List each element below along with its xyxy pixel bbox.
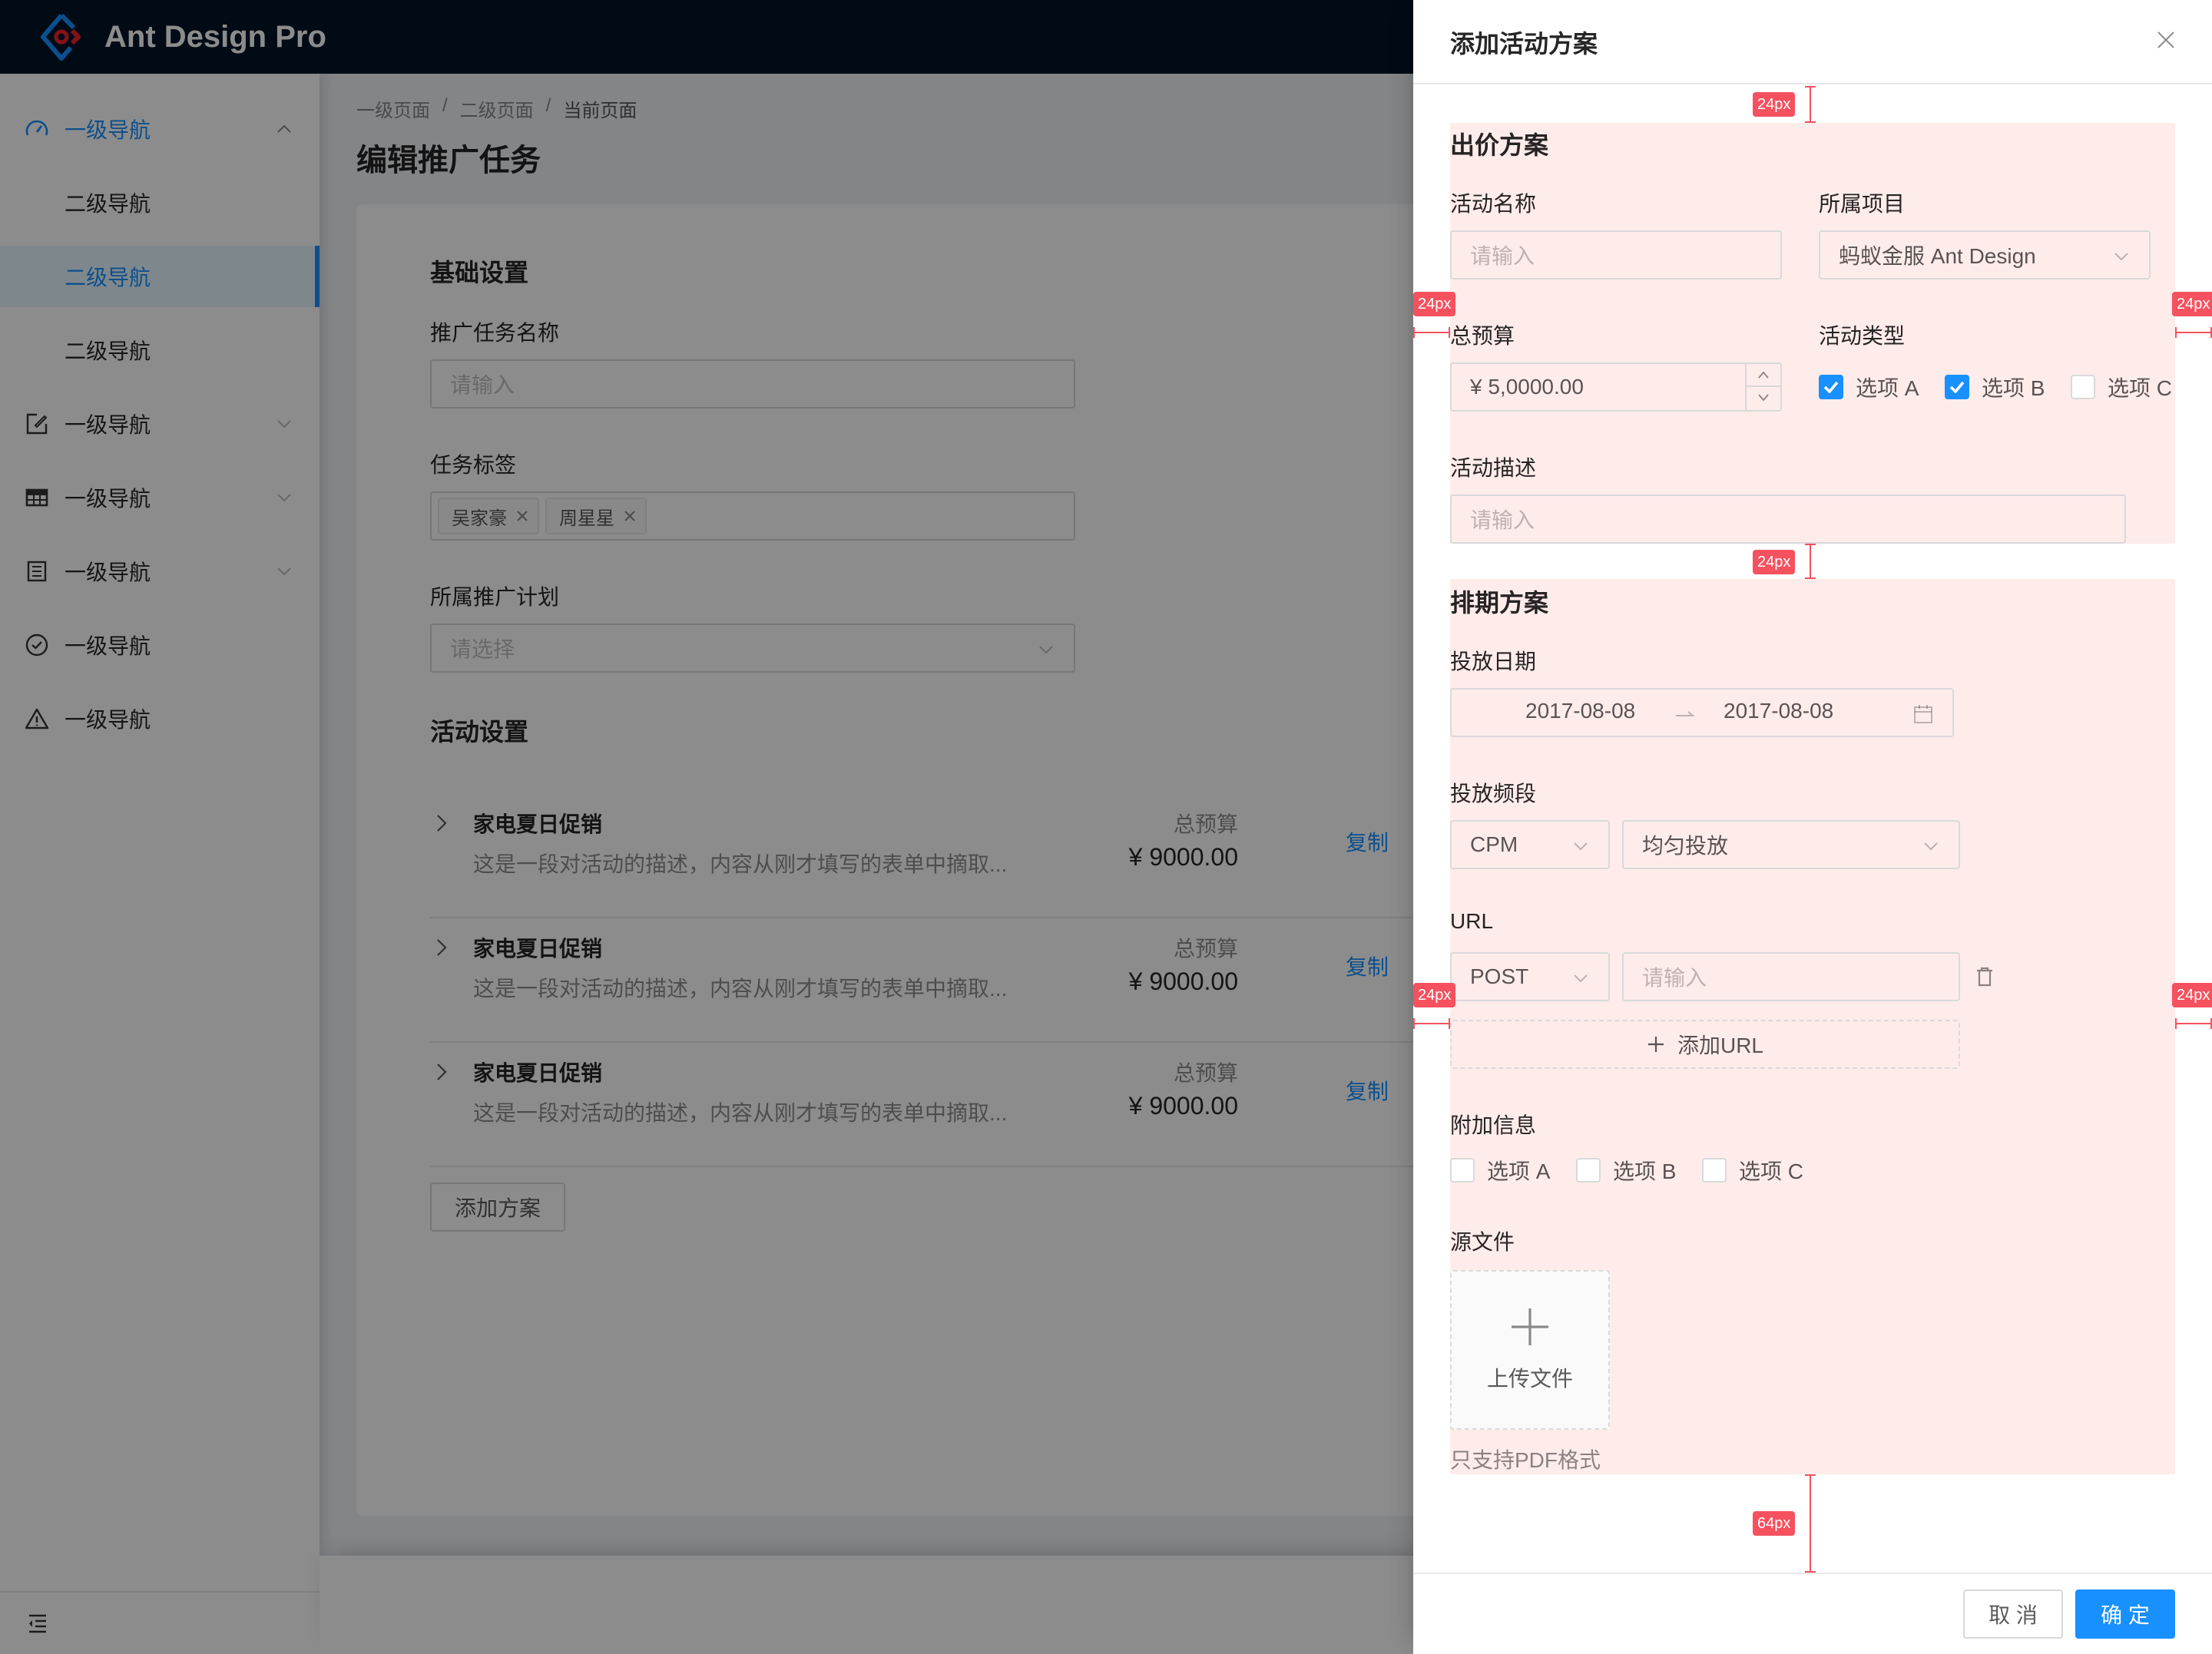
url-method-select[interactable]: POST bbox=[1450, 952, 1610, 1001]
project-label: 所属项目 bbox=[1819, 192, 1906, 216]
redline-top-gap bbox=[1805, 86, 1816, 123]
activity-desc-label: 活动描述 bbox=[1450, 456, 1537, 480]
chevron-down-icon bbox=[1924, 842, 1938, 851]
url-method-value: POST bbox=[1470, 964, 1529, 988]
add-url-button[interactable]: 添加URL bbox=[1450, 1020, 1960, 1069]
redline-label: 24px bbox=[1413, 983, 1456, 1007]
number-stepper bbox=[1745, 364, 1780, 410]
date-start[interactable]: 2017-08-08 bbox=[1525, 699, 1635, 723]
upload-label: 上传文件 bbox=[1486, 1367, 1573, 1391]
extra-info-label: 附加信息 bbox=[1450, 1113, 1537, 1137]
frequency-type-value: CPM bbox=[1470, 832, 1518, 856]
activity-type-checkbox-c[interactable]: 选项 C bbox=[2071, 372, 2172, 402]
activity-name-label: 活动名称 bbox=[1450, 192, 1537, 216]
budget-value: ¥ 5,0000.00 bbox=[1470, 375, 1584, 399]
url-placeholder: 请输入 bbox=[1642, 966, 1707, 990]
frequency-label: 投放频段 bbox=[1450, 782, 1537, 805]
activity-type-checkbox-b[interactable]: 选项 B bbox=[1945, 372, 2045, 402]
frequency-mode-value: 均匀投放 bbox=[1642, 834, 1729, 858]
redline-label: 24px bbox=[1413, 292, 1456, 316]
extra-checkbox-c[interactable]: 选项 C bbox=[1702, 1155, 1803, 1186]
redline-left-gap bbox=[1413, 327, 1450, 338]
url-input[interactable]: 请输入 bbox=[1622, 952, 1960, 1001]
extra-checkbox-b[interactable]: 选项 B bbox=[1576, 1155, 1676, 1186]
file-hint: 只支持PDF格式 bbox=[1450, 1448, 1601, 1472]
activity-type-label: 活动类型 bbox=[1819, 324, 1906, 348]
add-url-label: 添加URL bbox=[1677, 1034, 1763, 1057]
frequency-type-select[interactable]: CPM bbox=[1450, 820, 1610, 869]
chevron-down-icon bbox=[1758, 394, 1769, 402]
chevron-up-icon bbox=[1758, 371, 1769, 379]
checkbox-label: 选项 C bbox=[1739, 1159, 1804, 1183]
drawer-footer: 取 消 确 定 bbox=[1413, 1573, 2212, 1654]
checkbox-label: 选项 C bbox=[2108, 376, 2173, 400]
date-range-picker[interactable]: 2017-08-08 2017-08-08 bbox=[1450, 688, 1954, 737]
plus-icon bbox=[1647, 1037, 1664, 1052]
stepper-up-button[interactable] bbox=[1747, 364, 1780, 387]
delete-icon[interactable] bbox=[1974, 966, 1995, 987]
drawer-title: 添加活动方案 bbox=[1450, 30, 1598, 58]
redline-left-gap bbox=[1413, 1018, 1450, 1029]
chevron-down-icon bbox=[1574, 974, 1588, 983]
upload-file-button[interactable]: 上传文件 bbox=[1450, 1270, 1610, 1430]
chevron-down-icon bbox=[2114, 253, 2128, 261]
activity-type-checkbox-a[interactable]: 选项 A bbox=[1819, 372, 1919, 402]
checkbox-label: 选项 B bbox=[1982, 376, 2045, 400]
budget-label: 总预算 bbox=[1450, 324, 1515, 348]
checkbox-checked[interactable] bbox=[1819, 375, 1843, 399]
check-icon bbox=[1949, 381, 1965, 393]
redline-right-gap bbox=[2175, 1018, 2212, 1029]
ok-button[interactable]: 确 定 bbox=[2075, 1589, 2175, 1639]
date-end[interactable]: 2017-08-08 bbox=[1724, 699, 1833, 723]
redline-label: 24px bbox=[1753, 550, 1796, 574]
redline-label: 24px bbox=[2172, 292, 2212, 316]
redline-section-gap bbox=[1805, 544, 1816, 579]
add-activity-drawer: 添加活动方案 出价方案 活动名称 请输入 所属项目 蚂蚁金服 Ant Desig… bbox=[1413, 0, 2212, 1654]
checkbox-unchecked[interactable] bbox=[2071, 375, 2095, 399]
budget-input[interactable]: ¥ 5,0000.00 bbox=[1450, 362, 1782, 412]
plus-icon bbox=[1512, 1308, 1548, 1345]
project-select[interactable]: 蚂蚁金服 Ant Design bbox=[1819, 230, 2151, 280]
calendar-icon bbox=[1914, 705, 1932, 723]
bid-section-title: 出价方案 bbox=[1450, 131, 1549, 159]
stepper-down-button[interactable] bbox=[1747, 387, 1780, 410]
redline-label: 24px bbox=[1753, 92, 1796, 117]
redline-label: 24px bbox=[2172, 983, 2212, 1007]
redline-label: 64px bbox=[1753, 1511, 1796, 1536]
source-file-label: 源文件 bbox=[1450, 1230, 1515, 1254]
cancel-button[interactable]: 取 消 bbox=[1963, 1589, 2063, 1639]
redline-bottom-gap bbox=[1805, 1474, 1816, 1573]
schedule-section-title: 排期方案 bbox=[1450, 589, 1549, 617]
checkbox-unchecked[interactable] bbox=[1576, 1158, 1601, 1183]
arrow-right-icon bbox=[1676, 711, 1695, 716]
project-value: 蚂蚁金服 Ant Design bbox=[1839, 244, 2036, 268]
checkbox-label: 选项 B bbox=[1613, 1159, 1677, 1183]
date-label: 投放日期 bbox=[1450, 650, 1537, 673]
checkbox-unchecked[interactable] bbox=[1450, 1158, 1475, 1183]
frequency-mode-select[interactable]: 均匀投放 bbox=[1622, 820, 1960, 869]
checkbox-unchecked[interactable] bbox=[1702, 1158, 1727, 1183]
check-icon bbox=[1823, 381, 1839, 393]
checkbox-checked[interactable] bbox=[1945, 375, 1969, 399]
activity-name-input[interactable]: 请输入 bbox=[1450, 230, 1782, 280]
close-icon[interactable] bbox=[2157, 31, 2175, 49]
url-label: URL bbox=[1450, 909, 1494, 933]
activity-desc-placeholder: 请输入 bbox=[1470, 508, 1535, 532]
checkbox-label: 选项 A bbox=[1856, 376, 1919, 400]
drawer-header: 添加活动方案 bbox=[1413, 0, 2212, 84]
chevron-down-icon bbox=[1574, 842, 1588, 851]
activity-name-placeholder: 请输入 bbox=[1470, 244, 1535, 268]
extra-checkbox-a[interactable]: 选项 A bbox=[1450, 1155, 1550, 1186]
redline-right-gap bbox=[2175, 327, 2212, 338]
activity-desc-input[interactable]: 请输入 bbox=[1450, 495, 2126, 544]
bid-section-highlight bbox=[1450, 123, 2175, 544]
checkbox-label: 选项 A bbox=[1487, 1159, 1551, 1183]
